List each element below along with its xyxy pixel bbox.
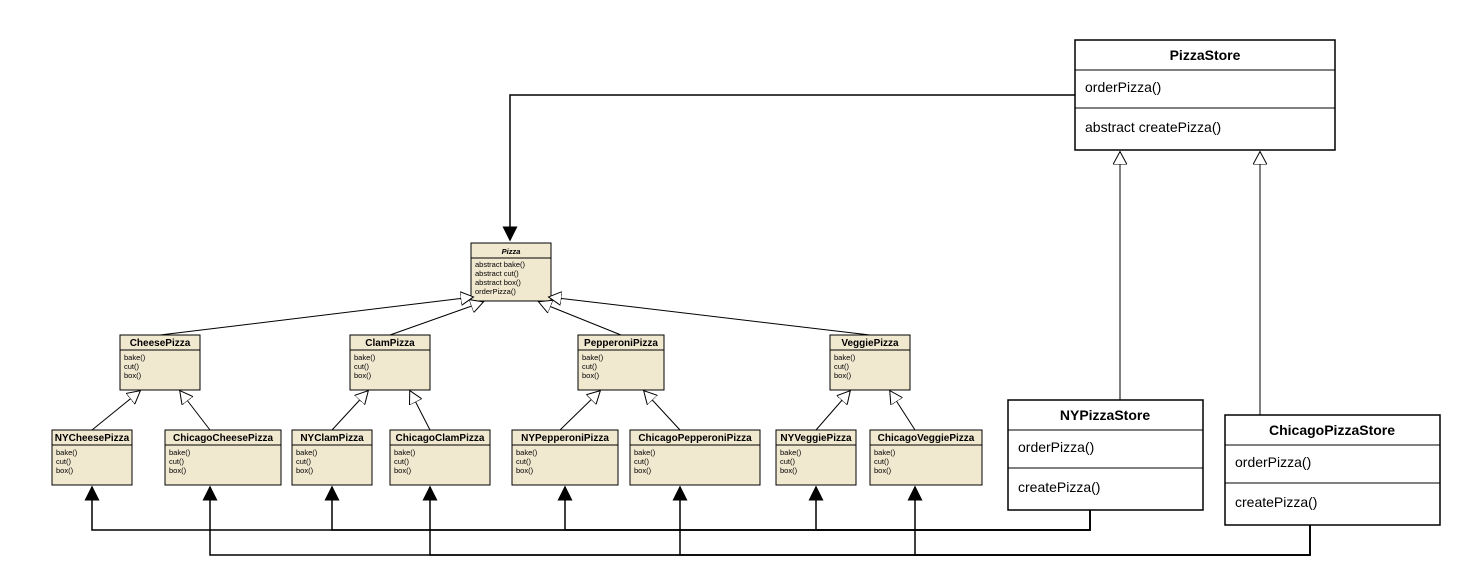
class-nyveggiepizza: NYVeggiePizza bake() cut() box() [776, 430, 856, 485]
class-clampizza: ClamPizza bake() cut() box() [350, 335, 430, 390]
edge-veggie-to-pizza [549, 297, 870, 335]
edge-nycheese-to-cheese [92, 391, 140, 430]
pizzastore-title: PizzaStore [1170, 47, 1241, 63]
edge-nyveggie-to-veggie [816, 391, 850, 430]
class-veggiepizza: VeggiePizza bake() cut() box() [830, 335, 910, 390]
pizza-m1: abstract cut() [475, 269, 519, 278]
nyveggiepizza-title: NYVeggiePizza [780, 433, 852, 444]
pizzastore-method-0: orderPizza() [1085, 79, 1161, 95]
veggiepizza-m0: bake() [834, 353, 856, 362]
edge-nystore-to-nycheese [92, 487, 1090, 530]
class-pizzastore: PizzaStore orderPizza() abstract createP… [1075, 40, 1335, 150]
chicagopepperonipizza-title: ChicagoPepperoniPizza [638, 433, 752, 444]
clampizza-title: ClamPizza [365, 338, 415, 349]
chicagoclampizza-title: ChicagoClamPizza [396, 433, 485, 444]
cheesepizza-m0: bake() [124, 353, 146, 362]
clampizza-m0: bake() [354, 353, 376, 362]
chicagoclampizza-m2: box() [394, 466, 412, 475]
chicagoveggiepizza-m1: cut() [874, 457, 890, 466]
chicagoveggiepizza-m0: bake() [874, 448, 896, 457]
chicagoveggiepizza-title: ChicagoVeggiePizza [878, 433, 975, 444]
chicagopizzastore-method-1: createPizza() [1235, 494, 1317, 510]
class-nypizzastore: NYPizzaStore orderPizza() createPizza() [1008, 400, 1203, 510]
nypepperonipizza-title: NYPepperoniPizza [521, 433, 609, 444]
class-chicagocheesepizza: ChicagoCheesePizza bake() cut() box() [165, 430, 281, 485]
nypizzastore-method-1: createPizza() [1018, 479, 1100, 495]
nyclampizza-m1: cut() [296, 457, 312, 466]
pizzastore-method-1: abstract createPizza() [1085, 119, 1221, 135]
nyclampizza-m2: box() [296, 466, 314, 475]
chicagocheesepizza-m0: bake() [169, 448, 191, 457]
pepperonipizza-m2: box() [582, 371, 600, 380]
veggiepizza-m1: cut() [834, 362, 850, 371]
edge-pepperoni-to-pizza [539, 302, 621, 335]
uml-diagram: PizzaStore orderPizza() abstract createP… [0, 0, 1464, 579]
chicagoveggiepizza-m2: box() [874, 466, 892, 475]
edge-nypepp-to-pepp [560, 391, 600, 430]
edge-chcheese-to-cheese [180, 391, 210, 430]
cheesepizza-m2: box() [124, 371, 142, 380]
class-nyclampizza: NYClamPizza bake() cut() box() [292, 430, 372, 485]
veggiepizza-title: VeggiePizza [841, 338, 899, 349]
chicagocheesepizza-m2: box() [169, 466, 187, 475]
edge-chveggie-to-veggie [890, 391, 915, 430]
pizza-m3: orderPizza() [475, 287, 516, 296]
class-cheesepizza: CheesePizza bake() cut() box() [120, 335, 200, 390]
nypepperonipizza-m1: cut() [516, 457, 532, 466]
veggiepizza-m2: box() [834, 371, 852, 380]
nyclampizza-m0: bake() [296, 448, 318, 457]
nyveggiepizza-m1: cut() [780, 457, 796, 466]
chicagocheesepizza-title: ChicagoCheesePizza [173, 433, 273, 444]
nypizzastore-title: NYPizzaStore [1060, 407, 1150, 423]
class-chicagoveggiepizza: ChicagoVeggiePizza bake() cut() box() [870, 430, 982, 485]
edge-chpepp-to-pepp [644, 391, 680, 430]
nypizzastore-method-0: orderPizza() [1018, 439, 1094, 455]
nypepperonipizza-m2: box() [516, 466, 534, 475]
pizza-m2: abstract box() [475, 278, 521, 287]
class-nypepperonipizza: NYPepperoniPizza bake() cut() box() [512, 430, 618, 485]
nyveggiepizza-m2: box() [780, 466, 798, 475]
class-pizza: Pizza abstract bake() abstract cut() abs… [471, 243, 551, 301]
nycheesepizza-m2: box() [56, 466, 74, 475]
chicagopepperonipizza-m0: bake() [634, 448, 656, 457]
nyclampizza-title: NYClamPizza [300, 433, 364, 444]
edge-nyclam-to-clam [332, 391, 368, 430]
edge-chclam-to-clam [410, 391, 430, 430]
cheesepizza-title: CheesePizza [130, 338, 191, 349]
nyveggiepizza-m0: bake() [780, 448, 802, 457]
edge-cheese-to-pizza [160, 297, 473, 335]
cheesepizza-m1: cut() [124, 362, 140, 371]
pizza-title: Pizza [502, 247, 521, 256]
nycheesepizza-m0: bake() [56, 448, 78, 457]
class-chicagopepperonipizza: ChicagoPepperoniPizza bake() cut() box() [630, 430, 760, 485]
chicagoclampizza-m0: bake() [394, 448, 416, 457]
pepperonipizza-m1: cut() [582, 362, 598, 371]
class-nycheesepizza: NYCheesePizza bake() cut() box() [52, 430, 132, 485]
class-chicagopizzastore: ChicagoPizzaStore orderPizza() createPiz… [1225, 415, 1440, 525]
clampizza-m1: cut() [354, 362, 370, 371]
nycheesepizza-m1: cut() [56, 457, 72, 466]
chicagopepperonipizza-m2: box() [634, 466, 652, 475]
nycheesepizza-title: NYCheesePizza [55, 433, 130, 444]
clampizza-m2: box() [354, 371, 372, 380]
class-chicagoclampizza: ChicagoClamPizza bake() cut() box() [390, 430, 490, 485]
pizza-m0: abstract bake() [475, 260, 526, 269]
chicagoclampizza-m1: cut() [394, 457, 410, 466]
class-pepperonipizza: PepperoniPizza bake() cut() box() [578, 335, 664, 390]
chicagopizzastore-title: ChicagoPizzaStore [1269, 422, 1395, 438]
edge-chstore-to-chpepperoni [680, 487, 1310, 555]
chicagopepperonipizza-m1: cut() [634, 457, 650, 466]
nypepperonipizza-m0: bake() [516, 448, 538, 457]
chicagocheesepizza-m1: cut() [169, 457, 185, 466]
chicagopizzastore-method-0: orderPizza() [1235, 454, 1311, 470]
edge-clam-to-pizza [390, 302, 483, 335]
pepperonipizza-m0: bake() [582, 353, 604, 362]
pepperonipizza-title: PepperoniPizza [584, 338, 658, 349]
edge-store-to-pizza [510, 95, 1075, 240]
edge-nystore-to-nyclam [332, 487, 1090, 530]
